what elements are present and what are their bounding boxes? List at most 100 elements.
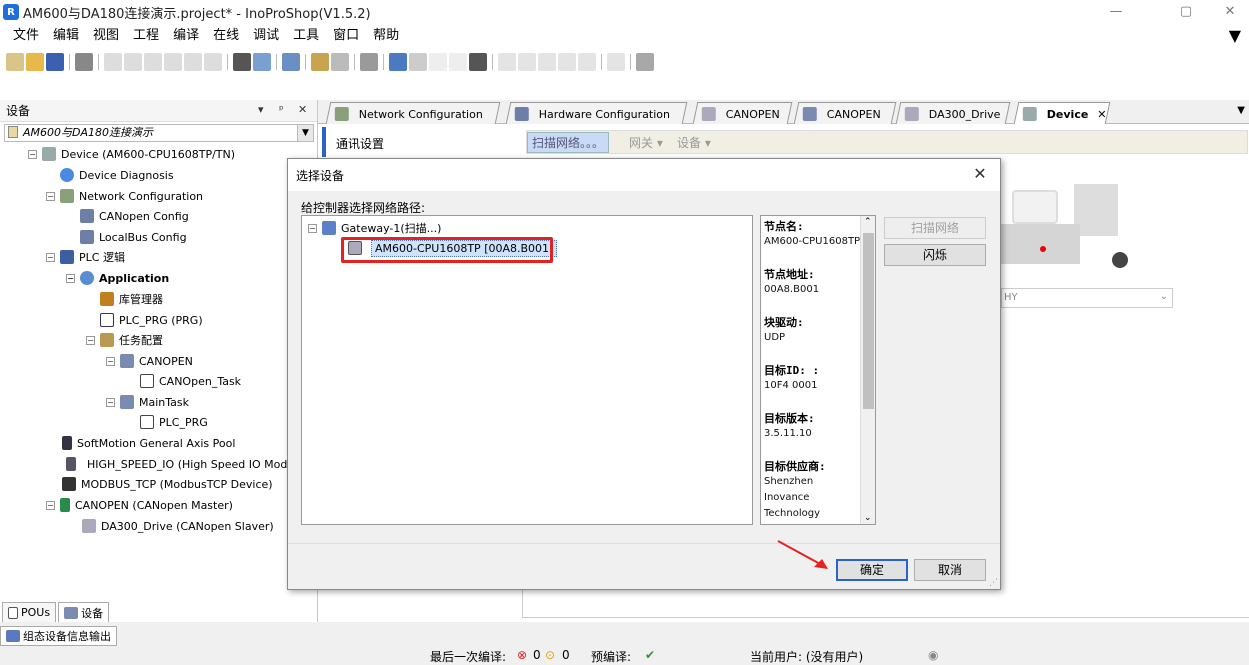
breakpoint-icon[interactable] — [558, 53, 576, 71]
tree-plc-prg[interactable]: PLC_PRG (PRG) — [100, 310, 203, 330]
collapse-icon[interactable]: − — [66, 273, 75, 283]
scan-network-button[interactable]: 扫描网络 — [884, 217, 986, 239]
gateway-driver-combo[interactable]: HY ⌄ — [1001, 288, 1173, 308]
tree-gateway[interactable]: − Gateway-1(扫描...) — [308, 218, 441, 238]
close-window-button[interactable]: ✕ — [1210, 2, 1249, 22]
panel-dropdown-icon[interactable]: ▾ — [258, 103, 264, 116]
add-folder-icon[interactable] — [331, 53, 349, 71]
scroll-thumb[interactable] — [863, 233, 874, 409]
tab-canopen-1[interactable]: CANOPEN — [692, 102, 793, 124]
dialog-close-button[interactable]: ✕ — [970, 164, 990, 184]
tree-canopen-master[interactable]: − CANOPEN (CANopen Master) — [46, 495, 233, 515]
info-scrollbar[interactable]: ⌃ ⌄ — [860, 216, 875, 524]
gateway-menu[interactable]: 网关 ▾ — [629, 134, 663, 151]
menu-file[interactable]: 文件 — [6, 24, 46, 48]
paste-icon[interactable] — [184, 53, 202, 71]
tree-high-speed-io[interactable]: HIGH_SPEED_IO (High Speed IO Module) — [66, 454, 308, 474]
output-panel-tab[interactable]: 组态设备信息输出 — [0, 625, 117, 647]
reset-icon[interactable] — [469, 53, 487, 71]
collapse-icon[interactable]: − — [86, 335, 95, 345]
menu-tools[interactable]: 工具 — [286, 24, 326, 48]
add-object-icon[interactable] — [311, 53, 329, 71]
tab-canopen-2[interactable]: CANOPEN — [793, 102, 897, 124]
scroll-up-icon[interactable]: ⌃ — [864, 217, 872, 227]
find-icon[interactable] — [233, 53, 251, 71]
tab-devices[interactable]: 设备 — [58, 602, 110, 622]
tab-da300-drive[interactable]: DA300_Drive — [895, 102, 1011, 124]
tree-task-canopen[interactable]: − CANOPEN — [106, 351, 193, 371]
chevron-down-icon[interactable]: ▼ — [297, 125, 313, 141]
ok-button[interactable]: 确定 — [836, 559, 908, 581]
project-tree-root[interactable]: AM600与DA180连接演示 ▼ — [4, 124, 314, 142]
redo-icon[interactable] — [124, 53, 142, 71]
start-icon[interactable] — [429, 53, 447, 71]
tree-canopen-config[interactable]: CANopen Config — [80, 206, 189, 226]
tree-plc-logic[interactable]: − PLC 逻辑 — [46, 247, 125, 267]
tree-device-diagnosis[interactable]: Device Diagnosis — [60, 165, 174, 185]
tab-hardware-configuration[interactable]: Hardware Configuration — [505, 102, 688, 124]
copy-icon[interactable] — [164, 53, 182, 71]
select-all-icon[interactable] — [282, 53, 300, 71]
login-icon[interactable] — [389, 53, 407, 71]
step-out-icon[interactable] — [538, 53, 556, 71]
tree-library-manager[interactable]: 库管理器 — [100, 289, 163, 309]
collapse-icon[interactable]: − — [106, 397, 115, 407]
force-values-icon[interactable] — [636, 53, 654, 71]
collapse-icon[interactable]: − — [46, 191, 55, 201]
save-icon[interactable] — [46, 53, 64, 71]
tree-modbus-tcp[interactable]: MODBUS_TCP (ModbusTCP Device) — [62, 474, 273, 494]
tab-list-icon[interactable]: ▼ — [1237, 105, 1245, 116]
print-icon[interactable] — [75, 53, 93, 71]
minimize-button[interactable]: — — [1096, 2, 1136, 22]
menu-edit[interactable]: 编辑 — [46, 24, 86, 48]
menu-debug[interactable]: 调试 — [246, 24, 286, 48]
maximize-button[interactable]: ▢ — [1166, 2, 1206, 22]
pin-icon[interactable]: ᵖ — [279, 103, 284, 116]
tree-da300-drive[interactable]: DA300_Drive (CANopen Slaver) — [82, 516, 274, 536]
tree-maintask[interactable]: − MainTask — [106, 392, 189, 412]
step-over-icon[interactable] — [498, 53, 516, 71]
step-into-icon[interactable] — [518, 53, 536, 71]
menu-help[interactable]: 帮助 — [366, 24, 406, 48]
scan-network-menu[interactable]: 扫描网络。。。 — [527, 132, 610, 153]
stop-icon[interactable] — [449, 53, 467, 71]
delete-icon[interactable] — [204, 53, 222, 71]
build-icon[interactable] — [360, 53, 378, 71]
scroll-down-icon[interactable]: ⌄ — [864, 513, 872, 523]
tab-network-configuration[interactable]: Network Configuration — [325, 102, 501, 124]
collapse-icon[interactable]: − — [106, 356, 115, 366]
tree-task-configuration[interactable]: − 任务配置 — [86, 330, 163, 350]
tab-device[interactable]: Device ✕ — [1013, 102, 1111, 124]
resize-grip-icon[interactable]: ⋰ — [989, 578, 998, 588]
replace-icon[interactable] — [253, 53, 271, 71]
open-project-icon[interactable] — [26, 53, 44, 71]
tree-localbus-config[interactable]: LocalBus Config — [80, 227, 187, 247]
collapse-icon[interactable]: − — [46, 500, 55, 510]
write-values-icon[interactable] — [607, 53, 625, 71]
logout-icon[interactable] — [409, 53, 427, 71]
menu-project[interactable]: 工程 — [126, 24, 166, 48]
tree-application[interactable]: − Application — [66, 268, 169, 288]
device-menu[interactable]: 设备 ▾ — [677, 134, 711, 151]
new-project-icon[interactable] — [6, 53, 24, 71]
cancel-button[interactable]: 取消 — [914, 559, 986, 581]
toolbar-options-icon[interactable]: ▼ — [1229, 26, 1241, 45]
tab-close-icon[interactable]: ✕ — [1097, 107, 1106, 120]
menu-window[interactable]: 窗口 — [326, 24, 366, 48]
undo-icon[interactable] — [104, 53, 122, 71]
cut-icon[interactable] — [144, 53, 162, 71]
run-to-cursor-icon[interactable] — [578, 53, 596, 71]
collapse-icon[interactable]: − — [308, 223, 317, 233]
menu-online[interactable]: 在线 — [206, 24, 246, 48]
tree-plc-prg-call[interactable]: PLC_PRG — [140, 412, 208, 432]
menu-view[interactable]: 视图 — [86, 24, 126, 48]
collapse-icon[interactable]: − — [46, 252, 55, 262]
tree-network-configuration[interactable]: − Network Configuration — [46, 186, 203, 206]
blink-button[interactable]: 闪烁 — [884, 244, 986, 266]
tree-device[interactable]: − Device (AM600-CPU1608TP/TN) — [28, 144, 235, 164]
collapse-icon[interactable]: − — [28, 149, 37, 159]
panel-close-icon[interactable]: ✕ — [298, 103, 307, 116]
tree-axis-pool[interactable]: SoftMotion General Axis Pool — [62, 433, 235, 453]
tab-pous[interactable]: POUs — [2, 602, 57, 622]
menu-build[interactable]: 编译 — [166, 24, 206, 48]
